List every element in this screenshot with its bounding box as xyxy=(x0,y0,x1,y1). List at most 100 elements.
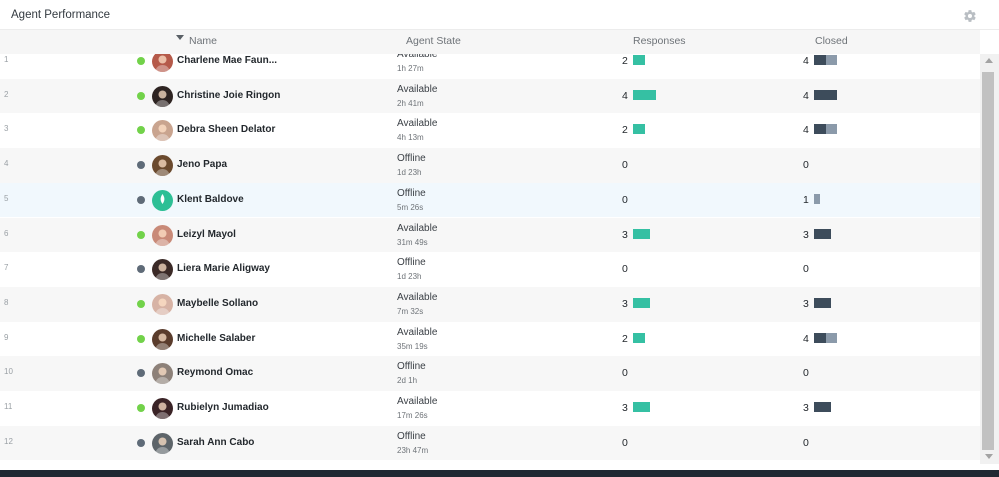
avatar[interactable] xyxy=(152,328,173,350)
table-row[interactable]: 12 Sarah Ann Cabo Offline 23h 47m 0 0 xyxy=(0,425,980,461)
agent-name[interactable]: Debra Sheen Delator xyxy=(177,124,275,135)
closed-bar xyxy=(814,55,826,65)
table-row[interactable]: 9 Michelle Salaber Available 35m 19s 2 4 xyxy=(0,322,980,357)
closed-count: 0 xyxy=(803,263,809,276)
responses-bar xyxy=(633,55,645,65)
closed-count: 4 xyxy=(803,332,809,345)
table-row[interactable]: 5 Klent Baldove Offline 5m 26s 0 1 xyxy=(0,182,980,218)
agent-name[interactable]: Maybelle Sollano xyxy=(177,298,258,309)
state-duration: 17m 26s xyxy=(397,411,428,420)
responses-bar xyxy=(633,89,656,100)
table-row[interactable]: 4 Jeno Papa Offline 1d 23h 0 0 xyxy=(0,148,980,183)
agent-name[interactable]: Liera Marie Aligway xyxy=(177,263,270,274)
responses-count: 3 xyxy=(622,228,628,241)
responses-count: 0 xyxy=(622,367,628,380)
agent-name[interactable]: Jeno Papa xyxy=(177,159,227,170)
table-row[interactable]: 8 Maybelle Sollano Available 7m 32s 3 3 xyxy=(0,286,980,322)
agent-name[interactable]: Reymond Omac xyxy=(177,367,253,378)
row-index: 1 xyxy=(4,55,9,64)
table-row[interactable]: 2 Christine Joie Ringon Available 2h 41m 4 4 xyxy=(0,78,980,114)
scroll-up-arrow-icon[interactable] xyxy=(985,58,993,63)
agent-state: Offline xyxy=(397,153,426,165)
avatar[interactable] xyxy=(152,155,173,177)
avatar[interactable] xyxy=(152,293,173,315)
agent-state: Available xyxy=(397,326,438,338)
avatar[interactable] xyxy=(152,85,173,107)
responses-count: 2 xyxy=(622,124,628,137)
state-duration: 35m 19s xyxy=(397,341,428,351)
responses-count: 3 xyxy=(622,402,628,414)
agent-state: Available xyxy=(397,118,438,130)
agent-state: Available xyxy=(397,222,438,234)
responses-count: 3 xyxy=(622,297,628,310)
avatar[interactable] xyxy=(152,224,173,246)
responses-count: 4 xyxy=(622,89,628,102)
avatar[interactable] xyxy=(152,259,173,281)
agent-state: Available xyxy=(397,396,438,407)
agent-name[interactable]: Christine Joie Ringon xyxy=(177,90,280,101)
table-row[interactable]: 11 Rubielyn Jumadiao Available 17m 26s 3 3 xyxy=(0,391,980,426)
scrollbar-thumb[interactable] xyxy=(982,72,994,450)
column-closed[interactable]: Closed xyxy=(815,35,848,47)
status-dot-icon xyxy=(137,91,145,100)
avatar[interactable] xyxy=(152,363,173,385)
closed-count: 0 xyxy=(803,436,809,449)
agent-state: Offline xyxy=(397,361,426,373)
row-index: 5 xyxy=(4,193,9,203)
state-duration: 31m 49s xyxy=(397,237,428,247)
agent-name[interactable]: Klent Baldove xyxy=(177,194,244,205)
agent-state: Available xyxy=(397,291,438,303)
closed-count: 3 xyxy=(803,228,809,241)
agent-table-body: 1 Charlene Mae Faun... Available 1h 27m 2 4 2 C… xyxy=(0,54,980,464)
responses-count: 0 xyxy=(622,193,628,206)
avatar[interactable] xyxy=(152,120,173,142)
avatar[interactable] xyxy=(152,189,173,211)
responses-count: 0 xyxy=(622,159,628,172)
gear-icon[interactable] xyxy=(963,9,977,23)
status-dot-icon xyxy=(137,126,145,135)
avatar[interactable] xyxy=(152,398,173,419)
agent-name[interactable]: Rubielyn Jumadiao xyxy=(177,402,269,413)
agent-name[interactable]: Leizyl Mayol xyxy=(177,229,236,240)
sort-desc-icon[interactable] xyxy=(176,35,184,40)
table-row[interactable]: 1 Charlene Mae Faun... Available 1h 27m 2 4 xyxy=(0,54,980,79)
closed-count: 4 xyxy=(803,89,809,102)
scroll-down-arrow-icon[interactable] xyxy=(985,454,993,459)
responses-count: 2 xyxy=(622,55,628,67)
state-duration: 1d 23h xyxy=(397,168,422,178)
panel-header: Agent Performance xyxy=(0,0,999,30)
avatar[interactable] xyxy=(152,432,173,454)
closed-bar xyxy=(814,124,826,135)
agent-state: Available xyxy=(397,83,438,95)
agent-state: Offline xyxy=(397,187,426,199)
row-index: 3 xyxy=(4,124,9,134)
table-row[interactable]: 3 Debra Sheen Delator Available 4h 13m 2 4 xyxy=(0,113,980,148)
column-agent-state[interactable]: Agent State xyxy=(406,35,461,47)
table-row[interactable]: 10 Reymond Omac Offline 2d 1h 0 0 xyxy=(0,356,980,391)
row-index: 11 xyxy=(4,402,13,411)
closed-bar-secondary xyxy=(825,332,837,343)
bottom-bar xyxy=(0,470,999,477)
closed-count: 3 xyxy=(803,297,809,310)
table-row[interactable]: 7 Liera Marie Aligway Offline 1d 23h 0 0 xyxy=(0,252,980,287)
closed-bar-secondary xyxy=(825,55,837,65)
column-responses[interactable]: Responses xyxy=(633,35,686,47)
status-dot-icon xyxy=(137,438,145,447)
state-duration: 2d 1h xyxy=(397,376,418,386)
closed-count: 4 xyxy=(803,55,809,67)
agent-name[interactable]: Michelle Salaber xyxy=(177,333,255,344)
row-index: 10 xyxy=(4,367,13,377)
closed-count: 3 xyxy=(803,402,809,414)
row-index: 9 xyxy=(4,332,9,342)
agent-state: Offline xyxy=(397,430,426,442)
responses-bar xyxy=(633,402,651,412)
responses-bar xyxy=(633,297,651,308)
column-name[interactable]: Name xyxy=(189,35,217,47)
responses-count: 0 xyxy=(622,263,628,276)
avatar[interactable] xyxy=(152,54,173,72)
agent-name[interactable]: Sarah Ann Cabo xyxy=(177,437,254,448)
agent-name[interactable]: Charlene Mae Faun... xyxy=(177,55,277,66)
state-duration: 5m 26s xyxy=(397,202,424,212)
table-row[interactable]: 6 Leizyl Mayol Available 31m 49s 3 3 xyxy=(0,217,980,253)
closed-bar-secondary xyxy=(814,193,820,204)
